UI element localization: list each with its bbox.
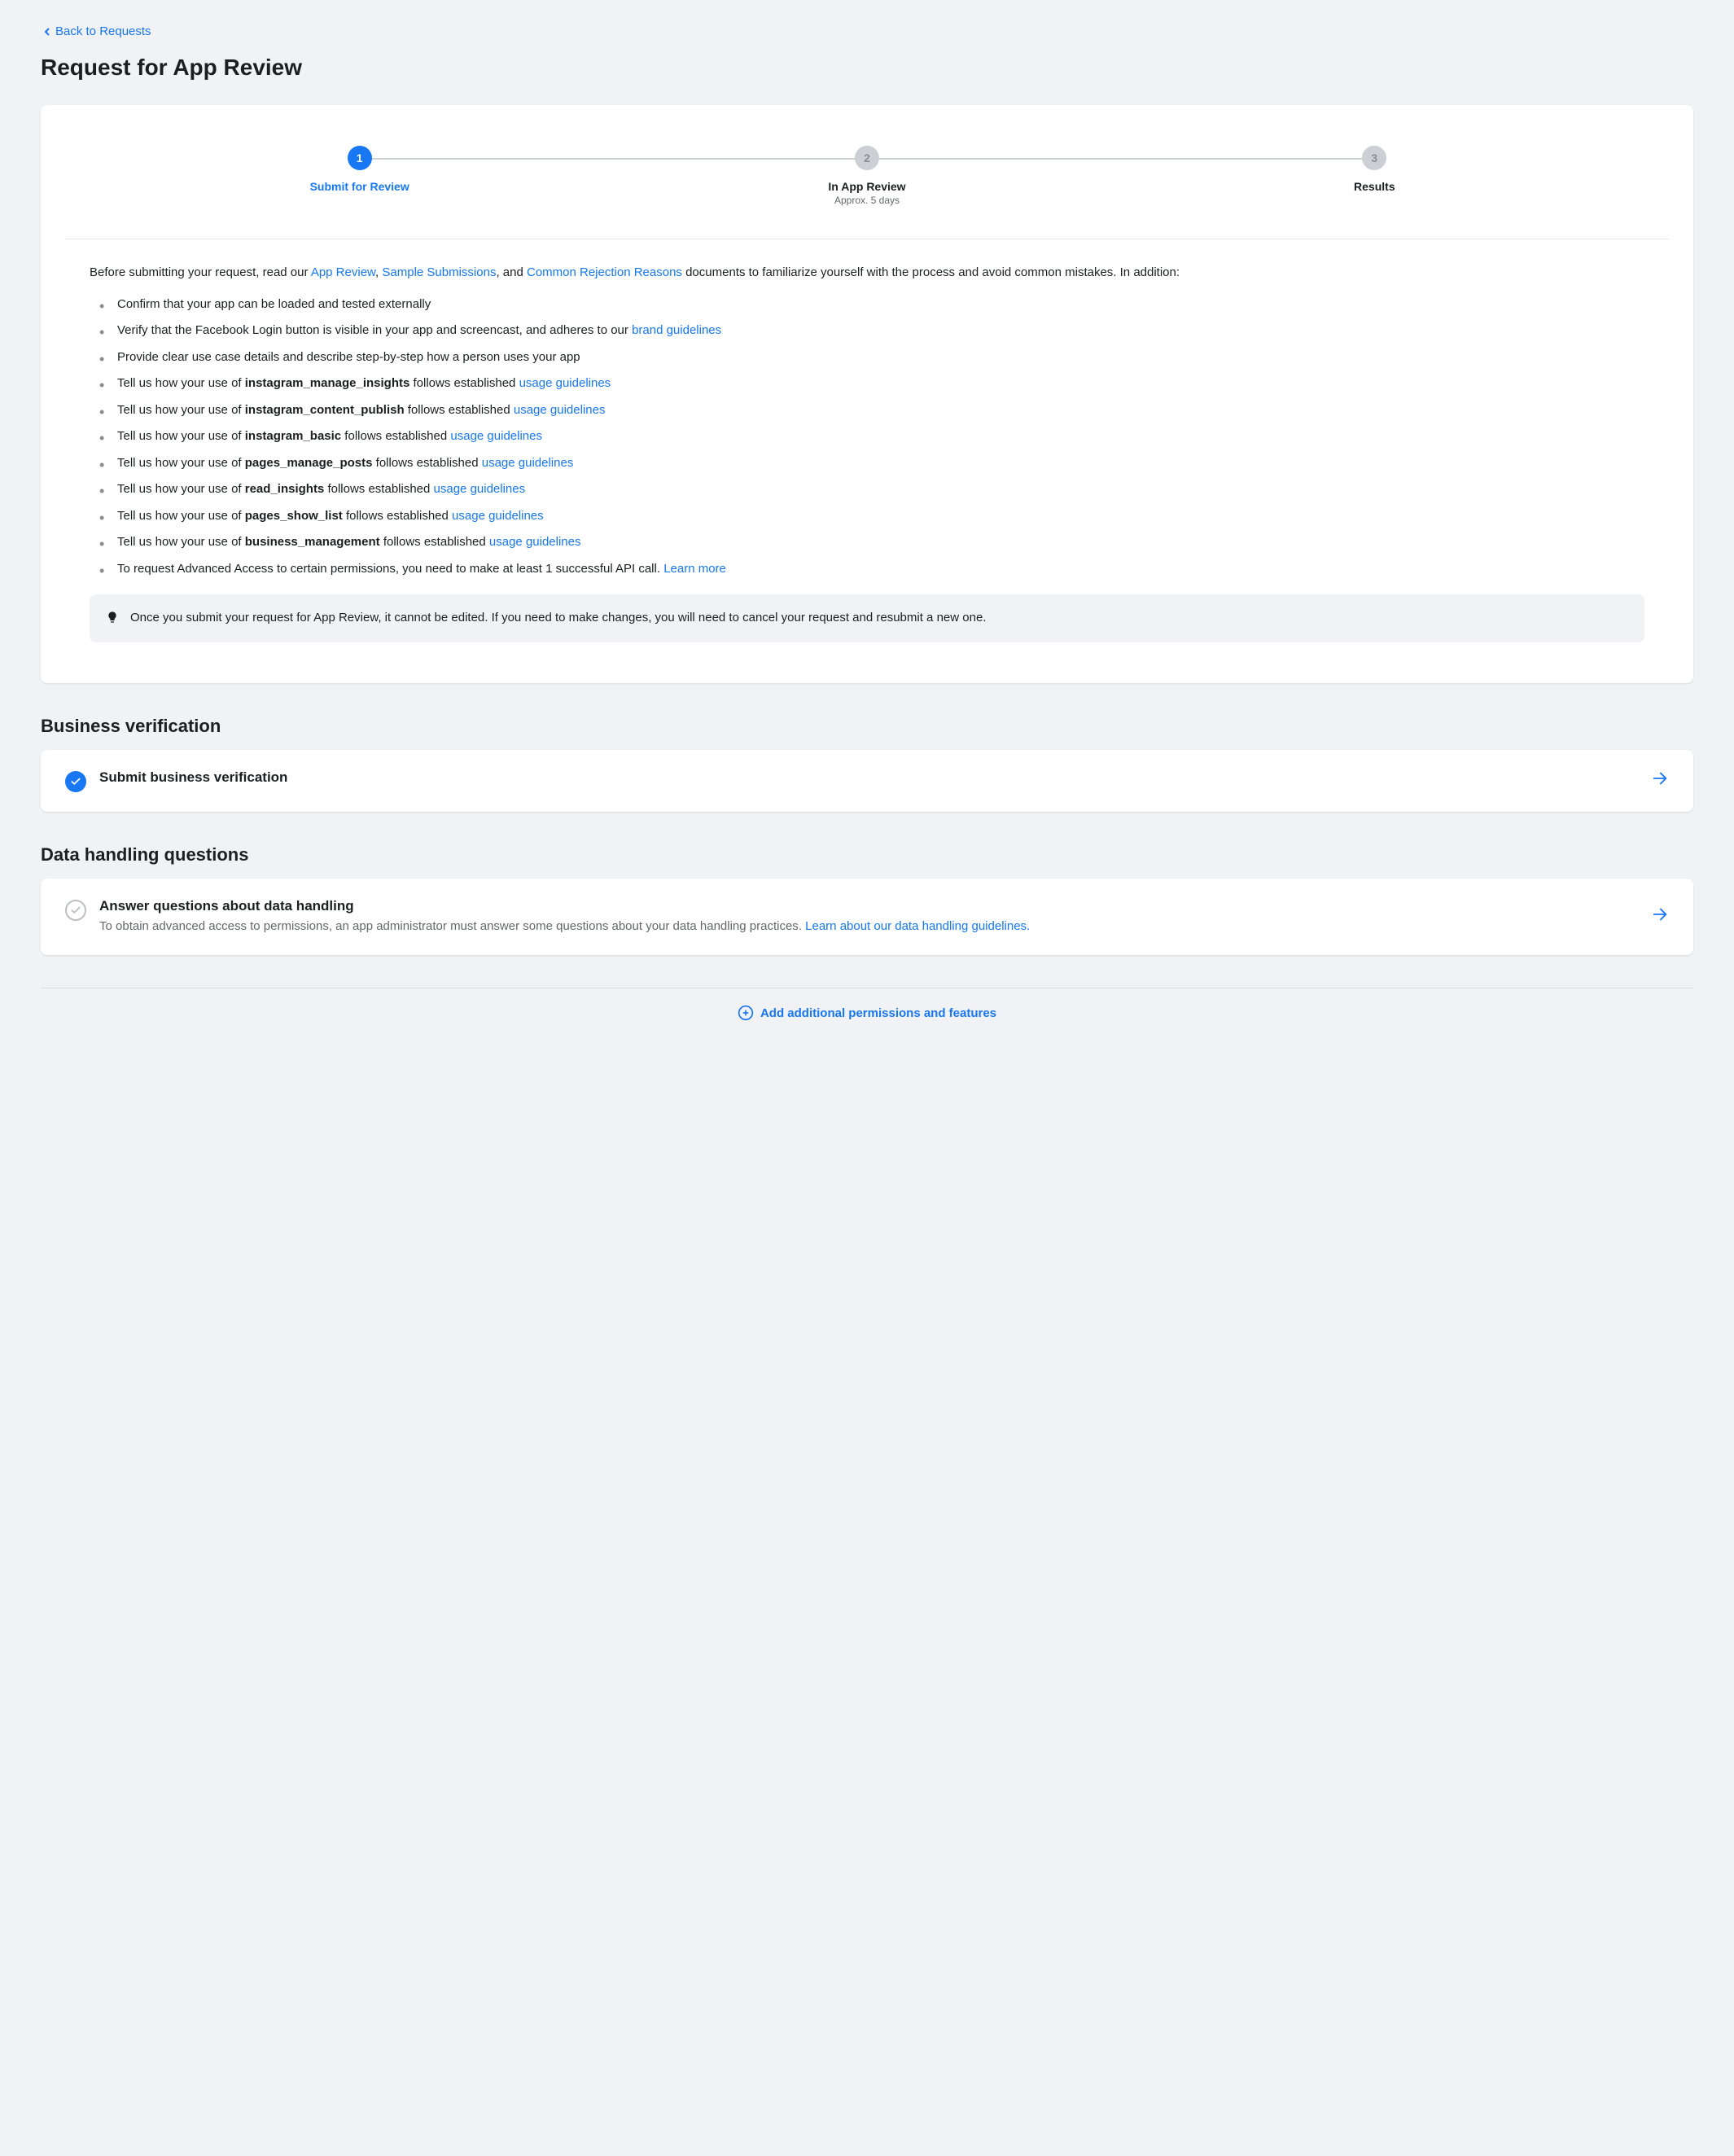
- business-verification-title: Business verification: [41, 716, 1693, 737]
- data-handling-title: Data handling questions: [41, 844, 1693, 865]
- checklist-item: Tell us how your use of business_managem…: [106, 533, 1644, 552]
- step-3: 3 Results: [1121, 146, 1628, 193]
- business-action-title: Submit business verification: [99, 769, 1638, 786]
- usage-guidelines-link[interactable]: usage guidelines: [489, 535, 581, 549]
- step-2-label: In App Review: [613, 180, 1120, 193]
- arrow-right-icon: [1651, 905, 1669, 927]
- page-title: Request for App Review: [41, 55, 1693, 81]
- progress-steps: 1 Submit for Review 2 In App Review Appr…: [106, 146, 1628, 206]
- business-verification-card[interactable]: Submit business verification: [41, 750, 1693, 812]
- add-permissions-label: Add additional permissions and features: [760, 1006, 996, 1020]
- step-2-circle: 2: [855, 146, 879, 170]
- checklist-item: To request Advanced Access to certain pe…: [106, 560, 1644, 579]
- back-label: Back to Requests: [55, 24, 151, 38]
- tip-box: Once you submit your request for App Rev…: [90, 594, 1644, 642]
- brand-guidelines-link[interactable]: brand guidelines: [632, 323, 721, 337]
- add-permissions-link[interactable]: Add additional permissions and features: [41, 988, 1693, 1037]
- app-review-link[interactable]: App Review: [311, 265, 375, 279]
- common-rejection-link[interactable]: Common Rejection Reasons: [527, 265, 682, 279]
- step-1-circle: 1: [348, 146, 372, 170]
- tip-text: Once you submit your request for App Rev…: [130, 609, 986, 628]
- check-incomplete-icon: [65, 900, 86, 921]
- usage-guidelines-link[interactable]: usage guidelines: [452, 509, 544, 523]
- step-3-circle: 3: [1362, 146, 1386, 170]
- review-steps-card: 1 Submit for Review 2 In App Review Appr…: [41, 105, 1693, 683]
- checklist-item: Provide clear use case details and descr…: [106, 348, 1644, 367]
- data-action-title: Answer questions about data handling: [99, 898, 1638, 914]
- usage-guidelines-link[interactable]: usage guidelines: [482, 456, 574, 470]
- data-handling-card[interactable]: Answer questions about data handling To …: [41, 879, 1693, 956]
- step-2-sublabel: Approx. 5 days: [613, 195, 1120, 206]
- arrow-right-icon: [1651, 769, 1669, 791]
- checklist-item: Verify that the Facebook Login button is…: [106, 322, 1644, 340]
- usage-guidelines-link[interactable]: usage guidelines: [434, 482, 526, 496]
- learn-more-link[interactable]: Learn more: [663, 562, 726, 576]
- usage-guidelines-link[interactable]: usage guidelines: [519, 376, 611, 390]
- checklist-item: Tell us how your use of pages_show_list …: [106, 507, 1644, 526]
- check-complete-icon: [65, 771, 86, 792]
- checklist-item: Tell us how your use of instagram_basic …: [106, 427, 1644, 446]
- back-to-requests-link[interactable]: Back to Requests: [41, 24, 151, 38]
- data-action-desc: To obtain advanced access to permissions…: [99, 918, 1638, 936]
- usage-guidelines-link[interactable]: usage guidelines: [514, 403, 606, 417]
- checklist-item: Confirm that your app can be loaded and …: [106, 296, 1644, 314]
- checklist-item: Tell us how your use of pages_manage_pos…: [106, 454, 1644, 473]
- step-2: 2 In App Review Approx. 5 days: [613, 146, 1120, 206]
- data-guidelines-link[interactable]: Learn about our data handling guidelines…: [805, 919, 1030, 933]
- plus-circle-icon: [738, 1005, 754, 1021]
- checklist-item: Tell us how your use of instagram_manage…: [106, 375, 1644, 393]
- checklist-item: Tell us how your use of instagram_conten…: [106, 401, 1644, 420]
- step-3-label: Results: [1121, 180, 1628, 193]
- checklist: Confirm that your app can be loaded and …: [90, 296, 1644, 579]
- step-1: 1 Submit for Review: [106, 146, 613, 193]
- sample-submissions-link[interactable]: Sample Submissions: [382, 265, 496, 279]
- usage-guidelines-link[interactable]: usage guidelines: [450, 429, 542, 443]
- lightbulb-icon: [106, 611, 119, 624]
- intro-text: Before submitting your request, read our…: [90, 264, 1644, 283]
- step-1-label: Submit for Review: [106, 180, 613, 193]
- checklist-item: Tell us how your use of read_insights fo…: [106, 480, 1644, 499]
- chevron-left-icon: [41, 25, 54, 38]
